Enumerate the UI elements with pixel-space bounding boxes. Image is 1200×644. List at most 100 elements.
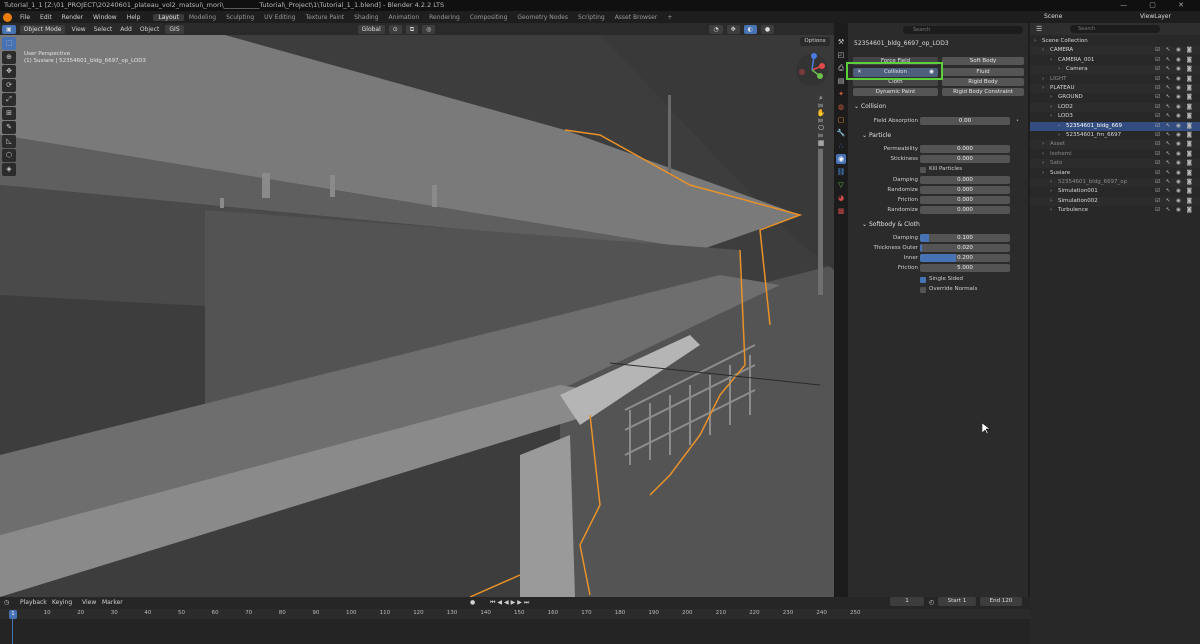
friction-field[interactable]: 0.000 bbox=[920, 196, 1010, 204]
viewport-menu-select[interactable]: Select bbox=[90, 26, 117, 33]
outliner-row[interactable]: › LOD2 ☑ ↖ ◉ ◙ bbox=[1030, 102, 1200, 112]
workspace-tab-layout[interactable]: Layout bbox=[153, 13, 184, 21]
workspace-tab-geometry-nodes[interactable]: Geometry Nodes bbox=[512, 14, 573, 21]
playback-controls[interactable]: ⏮◀◀▶▶⏭ bbox=[490, 599, 531, 607]
rigid-body-button[interactable]: Rigid Body bbox=[942, 78, 1024, 86]
tool-tab-icon[interactable]: ⚒ bbox=[836, 37, 846, 47]
expand-arrow-icon[interactable]: › bbox=[1050, 187, 1052, 196]
workspace-tab-scripting[interactable]: Scripting bbox=[573, 14, 610, 21]
outliner-row[interactable]: › CAMERA_001 ☑ ↖ ◉ ◙ bbox=[1030, 56, 1200, 65]
thickness-outer-slider[interactable]: 0.020 bbox=[920, 244, 1010, 252]
3d-viewport[interactable] bbox=[0, 35, 834, 597]
editor-type-icon[interactable]: ▣ bbox=[2, 24, 16, 34]
constraints-tab-icon[interactable]: ⛓ bbox=[836, 167, 846, 177]
physics-tab-icon[interactable]: ◉ bbox=[836, 154, 846, 164]
render-tab-icon[interactable]: ◰ bbox=[836, 50, 846, 60]
expand-arrow-icon[interactable]: › bbox=[1050, 206, 1052, 215]
outliner-row[interactable]: › LOD3 ☑ ↖ ◉ ◙ bbox=[1030, 112, 1200, 121]
timeline-menu-keying[interactable]: Keying bbox=[52, 599, 72, 606]
window-controls[interactable]: — ▢ ✕ bbox=[1120, 0, 1194, 11]
end-frame-field[interactable]: End 120 bbox=[980, 597, 1022, 606]
outliner-row[interactable]: › 52354601_bldg_6697_op ☑ ↖ ◉ ◙ bbox=[1030, 178, 1200, 187]
expand-arrow-icon[interactable]: › bbox=[1042, 75, 1044, 84]
frame-ruler[interactable]: 0102030405060708090100110120130140150160… bbox=[0, 609, 1030, 619]
sb-damping-slider[interactable]: 0.100 bbox=[920, 234, 1010, 242]
field-absorption-field[interactable]: 0.00 bbox=[920, 117, 1010, 125]
visibility-toggles-icon[interactable]: ☑ ↖ ◉ ◙ bbox=[1155, 93, 1194, 102]
timeline-editor-icon[interactable]: ◷ bbox=[4, 599, 9, 606]
move-icon[interactable]: ✥ bbox=[2, 65, 16, 78]
permeability-field[interactable]: 0.000 bbox=[920, 145, 1010, 153]
outliner-row[interactable]: › PLATEAU ☑ ↖ ◉ ◙ bbox=[1030, 84, 1200, 93]
outliner-row[interactable]: › Isohemi ☑ ↖ ◉ ◙ bbox=[1030, 150, 1200, 159]
pan-hand-icon[interactable]: ✋ bbox=[815, 107, 827, 119]
material-tab-icon[interactable]: ◕ bbox=[836, 193, 846, 203]
randomize-field[interactable]: 0.000 bbox=[920, 186, 1010, 194]
snap-icon[interactable]: ⧉ bbox=[405, 24, 419, 34]
visibility-toggles-icon[interactable]: ☑ ↖ ◉ ◙ bbox=[1155, 187, 1194, 196]
transform-orientation-dropdown[interactable]: Global bbox=[357, 24, 385, 34]
keyframe-dot-icon[interactable]: • bbox=[1016, 118, 1019, 124]
scene-name[interactable]: Scene bbox=[1044, 13, 1062, 20]
outliner-row[interactable]: › Simulation002 ☑ ↖ ◉ ◙ bbox=[1030, 196, 1200, 206]
pivot-icon[interactable]: ⊙ bbox=[388, 24, 402, 34]
outliner-row[interactable]: › Camera ☑ ↖ ◉ ◙ bbox=[1030, 65, 1200, 75]
workspace-tab-compositing[interactable]: Compositing bbox=[465, 14, 513, 21]
outliner-search-input[interactable]: Search bbox=[1070, 25, 1160, 33]
visibility-toggles-icon[interactable]: ☑ ↖ ◉ ◙ bbox=[1155, 56, 1194, 65]
inner-slider[interactable]: 0.200 bbox=[920, 254, 1010, 262]
timeline-menu-playback[interactable]: Playback bbox=[20, 599, 47, 606]
sb-friction-slider[interactable]: 5.000 bbox=[920, 264, 1010, 272]
shading-solid-icon[interactable]: ● bbox=[760, 24, 775, 34]
select-box-icon[interactable]: ⬚ bbox=[2, 37, 16, 50]
expand-arrow-icon[interactable]: › bbox=[1034, 37, 1036, 46]
add-cube-icon[interactable]: ⬡ bbox=[2, 149, 16, 162]
expand-arrow-icon[interactable]: › bbox=[1058, 122, 1060, 131]
outliner-filter-icon[interactable]: ☰ bbox=[1036, 25, 1042, 33]
stickiness-field[interactable]: 0.000 bbox=[920, 155, 1010, 163]
visibility-toggles-icon[interactable]: ☑ ↖ ◉ ◙ bbox=[1155, 159, 1194, 168]
visibility-icon[interactable]: ◔ bbox=[709, 24, 723, 34]
playhead-frame-indicator[interactable]: 1 bbox=[9, 610, 17, 619]
expand-arrow-icon[interactable]: › bbox=[1042, 46, 1044, 55]
record-icon[interactable]: ● bbox=[470, 599, 475, 606]
outliner-row[interactable]: › Susiare ☑ ↖ ◉ ◙ bbox=[1030, 169, 1200, 178]
mode-dropdown[interactable]: Object Mode bbox=[19, 24, 66, 34]
visibility-toggles-icon[interactable]: ☑ ↖ ◉ ◙ bbox=[1155, 197, 1194, 206]
expand-arrow-icon[interactable]: › bbox=[1042, 159, 1044, 168]
start-frame-field[interactable]: Start 1 bbox=[938, 597, 976, 606]
single-sided-checkbox[interactable] bbox=[920, 277, 926, 283]
viewport-options-button[interactable]: Options bbox=[800, 37, 830, 46]
expand-arrow-icon[interactable]: › bbox=[1058, 65, 1060, 74]
damping-field[interactable]: 0.000 bbox=[920, 176, 1010, 184]
expand-arrow-icon[interactable]: › bbox=[1058, 131, 1060, 140]
outliner-row[interactable]: › CAMERA ☑ ↖ ◉ ◙ bbox=[1030, 46, 1200, 56]
visibility-toggles-icon[interactable]: ☑ ↖ ◉ ◙ bbox=[1155, 46, 1194, 55]
workspace-tab-animation[interactable]: Animation bbox=[384, 14, 425, 21]
menu-window[interactable]: Window bbox=[88, 14, 122, 21]
visibility-toggles-icon[interactable]: ☑ ↖ ◉ ◙ bbox=[1155, 150, 1194, 159]
object-tab-icon[interactable]: ▢ bbox=[836, 115, 846, 125]
outliner-row[interactable]: › Sato ☑ ↖ ◉ ◙ bbox=[1030, 159, 1200, 169]
fluid-button[interactable]: Fluid bbox=[942, 68, 1024, 76]
randomize-friction-field[interactable]: 0.000 bbox=[920, 206, 1010, 214]
modifier-tab-icon[interactable]: 🔧 bbox=[836, 128, 846, 138]
menu-file[interactable]: File bbox=[15, 14, 35, 21]
current-frame-field[interactable]: 1 bbox=[890, 597, 924, 606]
viewport-menu-view[interactable]: View bbox=[67, 26, 89, 33]
expand-arrow-icon[interactable]: › bbox=[1042, 150, 1044, 159]
scene-tab-icon[interactable]: ✦ bbox=[836, 89, 846, 99]
particles-tab-icon[interactable]: ∴ bbox=[836, 141, 846, 151]
menu-edit[interactable]: Edit bbox=[35, 14, 57, 21]
expand-arrow-icon[interactable]: › bbox=[1050, 56, 1052, 65]
view-layer-name[interactable]: ViewLayer bbox=[1140, 13, 1171, 20]
workspace-tab-texture-paint[interactable]: Texture Paint bbox=[300, 14, 349, 21]
annotate-icon[interactable]: ✎ bbox=[2, 121, 16, 134]
outliner-row[interactable]: › Turbulence ☑ ↖ ◉ ◙ bbox=[1030, 206, 1200, 215]
view-layer-tab-icon[interactable]: ▤ bbox=[836, 76, 846, 86]
softbody-cloth-section-header[interactable]: ⌄ Softbody & Cloth bbox=[862, 221, 920, 228]
kill-particles-checkbox[interactable] bbox=[920, 167, 926, 173]
override-normals-checkbox[interactable] bbox=[920, 287, 926, 293]
timeline-menu-marker[interactable]: Marker bbox=[102, 599, 123, 606]
visibility-toggles-icon[interactable]: ☑ ↖ ◉ ◙ bbox=[1155, 65, 1194, 74]
